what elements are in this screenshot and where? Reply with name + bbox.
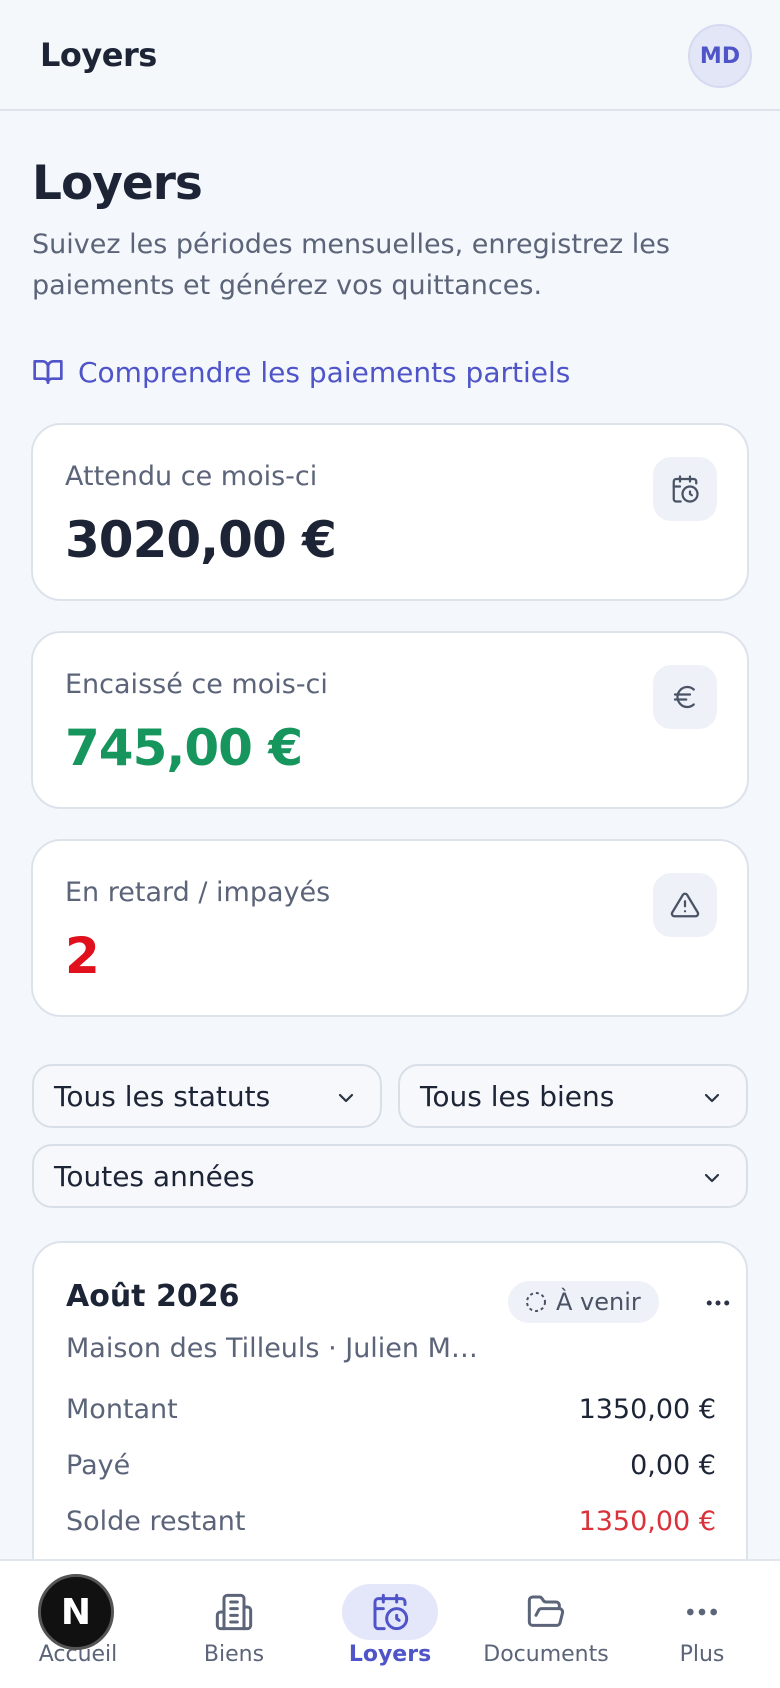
rent-row-value: 0,00 € <box>630 1449 716 1481</box>
rent-period-month: Août 2026 <box>66 1279 240 1314</box>
rent-row-label: Payé <box>66 1449 131 1481</box>
page-subtitle: Suivez les périodes mensuelles, enregist… <box>32 229 670 301</box>
page-title: Loyers <box>32 156 203 211</box>
nav-item-more[interactable]: Plus <box>624 1561 780 1688</box>
stat-card-expected: Attendu ce mois-ci 3020,00 € <box>31 423 749 601</box>
stat-label-expected: Attendu ce mois-ci <box>65 461 318 492</box>
nav-label: Biens <box>203 1642 265 1667</box>
year-filter-select[interactable]: Toutes années <box>32 1144 748 1208</box>
partial-payments-help-link[interactable]: Comprendre les paiements partiels <box>32 352 570 392</box>
rent-period-card[interactable]: Août 2026 À venir Maison des Tilleuls · … <box>32 1241 748 1601</box>
stat-value-collected: 745,00 € <box>65 719 303 777</box>
stat-value-late: 2 <box>65 927 100 985</box>
floating-dev-badge[interactable]: N <box>38 1574 114 1650</box>
rent-row-value: 1350,00 € <box>578 1393 716 1425</box>
book-icon <box>33 360 63 384</box>
rent-row-paid: Payé 0,00 € <box>66 1445 716 1485</box>
year-filter-value: Toutes années <box>54 1159 255 1193</box>
rent-row-balance: Solde restant 1350,00 € <box>66 1501 716 1541</box>
building-icon <box>215 1593 253 1631</box>
rent-row-label: Solde restant <box>66 1505 246 1537</box>
more-horizontal-icon <box>706 1300 730 1306</box>
user-avatar[interactable]: MD <box>688 24 752 88</box>
status-filter-value: Tous les statuts <box>54 1079 271 1113</box>
stat-value-expected: 3020,00 € <box>65 511 337 569</box>
property-filter-value: Tous les biens <box>420 1079 615 1113</box>
nav-item-documents[interactable]: Documents <box>468 1561 624 1688</box>
euro-icon <box>653 665 717 729</box>
nav-label: Documents <box>483 1642 609 1667</box>
chevron-down-icon <box>338 1093 354 1103</box>
nav-item-properties[interactable]: Biens <box>156 1561 312 1688</box>
rent-period-property-tenant: Maison des Tilleuls · Julien Mor… <box>66 1333 486 1364</box>
pending-circle-icon <box>526 1292 546 1312</box>
stat-label-collected: Encaissé ce mois-ci <box>65 669 328 700</box>
stat-card-collected: Encaissé ce mois-ci 745,00 € <box>31 631 749 809</box>
stat-label-late: En retard / impayés <box>65 877 331 908</box>
chevron-down-icon <box>704 1173 720 1183</box>
help-link-label: Comprendre les paiements partiels <box>78 355 571 389</box>
status-filter-select[interactable]: Tous les statuts <box>32 1064 382 1128</box>
property-filter-select[interactable]: Tous les biens <box>398 1064 748 1128</box>
app-title: Loyers <box>40 36 157 74</box>
warning-icon <box>653 873 717 937</box>
rent-row-amount: Montant 1350,00 € <box>66 1389 716 1429</box>
nav-label: Plus <box>679 1642 725 1667</box>
status-badge: À venir <box>508 1281 659 1323</box>
calendar-clock-icon <box>653 457 717 521</box>
stat-card-late: En retard / impayés 2 <box>31 839 749 1017</box>
folder-icon <box>527 1595 565 1627</box>
status-badge-label: À venir <box>556 1288 641 1316</box>
more-options-button[interactable] <box>698 1283 738 1323</box>
nav-item-rents[interactable]: Loyers <box>312 1561 468 1688</box>
rent-row-value: 1350,00 € <box>578 1505 716 1537</box>
rent-row-label: Montant <box>66 1393 178 1425</box>
more-icon <box>687 1608 717 1616</box>
chevron-down-icon <box>704 1093 720 1103</box>
nav-label: Loyers <box>348 1642 432 1667</box>
top-bar: Loyers MD <box>0 0 780 111</box>
bottom-navigation: Accueil Biens Loyers Documents Plus <box>0 1559 780 1688</box>
calendar-clock-icon <box>373 1593 409 1631</box>
